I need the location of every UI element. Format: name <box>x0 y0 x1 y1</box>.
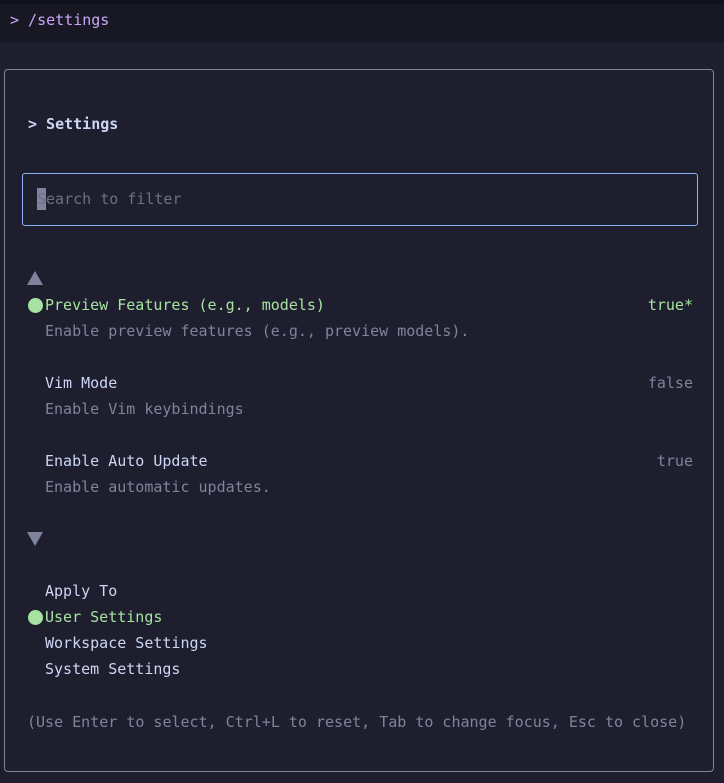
command-text: > /settings <box>10 11 110 29</box>
setting-name-vim-mode[interactable]: Vim Mode <box>45 374 117 392</box>
setting-name-auto-update[interactable]: Enable Auto Update <box>45 452 208 470</box>
scope-option-user[interactable]: User Settings <box>45 608 162 626</box>
keyboard-help-text: (Use Enter to select, Ctrl+L to reset, T… <box>27 713 687 731</box>
scope-option-workspace[interactable]: Workspace Settings <box>45 634 208 652</box>
settings-dialog: > Settings Preview Features (e.g., model… <box>4 69 714 772</box>
setting-name-preview-features[interactable]: Preview Features (e.g., models) <box>45 296 325 314</box>
command-line[interactable]: > /settings <box>0 4 724 42</box>
search-input[interactable] <box>37 187 677 211</box>
setting-description-auto-update: Enable automatic updates. <box>45 478 271 496</box>
apply-to-label: Apply To <box>45 582 118 600</box>
setting-value-vim-mode: false <box>647 374 693 392</box>
setting-description-vim-mode: Enable Vim keybindings <box>45 400 244 418</box>
search-box[interactable] <box>22 173 698 226</box>
scope-option-system[interactable]: System Settings <box>45 660 180 678</box>
setting-value-preview-features: true* <box>647 296 693 314</box>
scope-selection-indicator-icon <box>28 610 43 625</box>
selection-indicator-icon <box>28 298 43 313</box>
setting-value-auto-update: true <box>656 452 693 470</box>
spacer <box>0 42 724 69</box>
dialog-title: > Settings <box>28 115 119 133</box>
setting-description-preview-features: Enable preview features (e.g., preview m… <box>45 322 470 340</box>
scroll-up-icon[interactable] <box>27 271 43 285</box>
scroll-down-icon[interactable] <box>27 532 43 546</box>
